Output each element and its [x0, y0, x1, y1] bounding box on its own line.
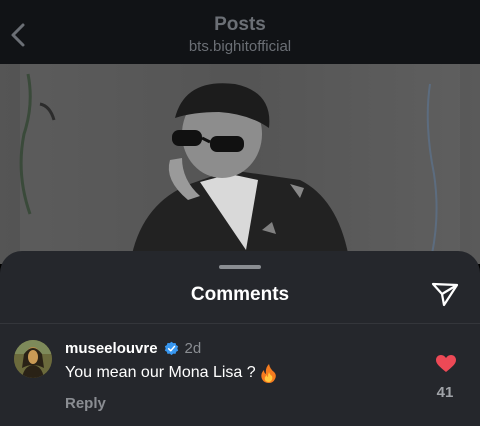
- share-send-icon[interactable]: [430, 281, 460, 307]
- comments-title: Comments: [190, 284, 290, 305]
- comment-age: 2d: [184, 340, 202, 357]
- account-subtitle[interactable]: bts.bighitofficial: [0, 38, 480, 55]
- comment-text: You mean our Mona Lisa ?: [65, 364, 256, 381]
- comments-sheet: Comments museelouvre 2d You mean our Mon…: [0, 251, 480, 426]
- reply-button[interactable]: Reply: [65, 395, 278, 412]
- commenter-avatar[interactable]: [14, 340, 52, 378]
- post-photo[interactable]: [0, 64, 480, 264]
- fire-emoji-icon: [260, 364, 276, 383]
- like-heart-icon[interactable]: [436, 355, 456, 373]
- sheet-drag-handle[interactable]: [219, 265, 261, 269]
- verified-badge-icon: [164, 341, 178, 356]
- sheet-divider: [0, 323, 480, 324]
- page-title: Posts: [214, 14, 266, 35]
- comment-username[interactable]: museelouvre: [65, 340, 158, 357]
- top-bar: Posts bts.bighitofficial: [0, 0, 480, 64]
- comment-body: museelouvre 2d You mean our Mona Lisa ? …: [65, 340, 278, 412]
- like-count: 41: [436, 384, 454, 401]
